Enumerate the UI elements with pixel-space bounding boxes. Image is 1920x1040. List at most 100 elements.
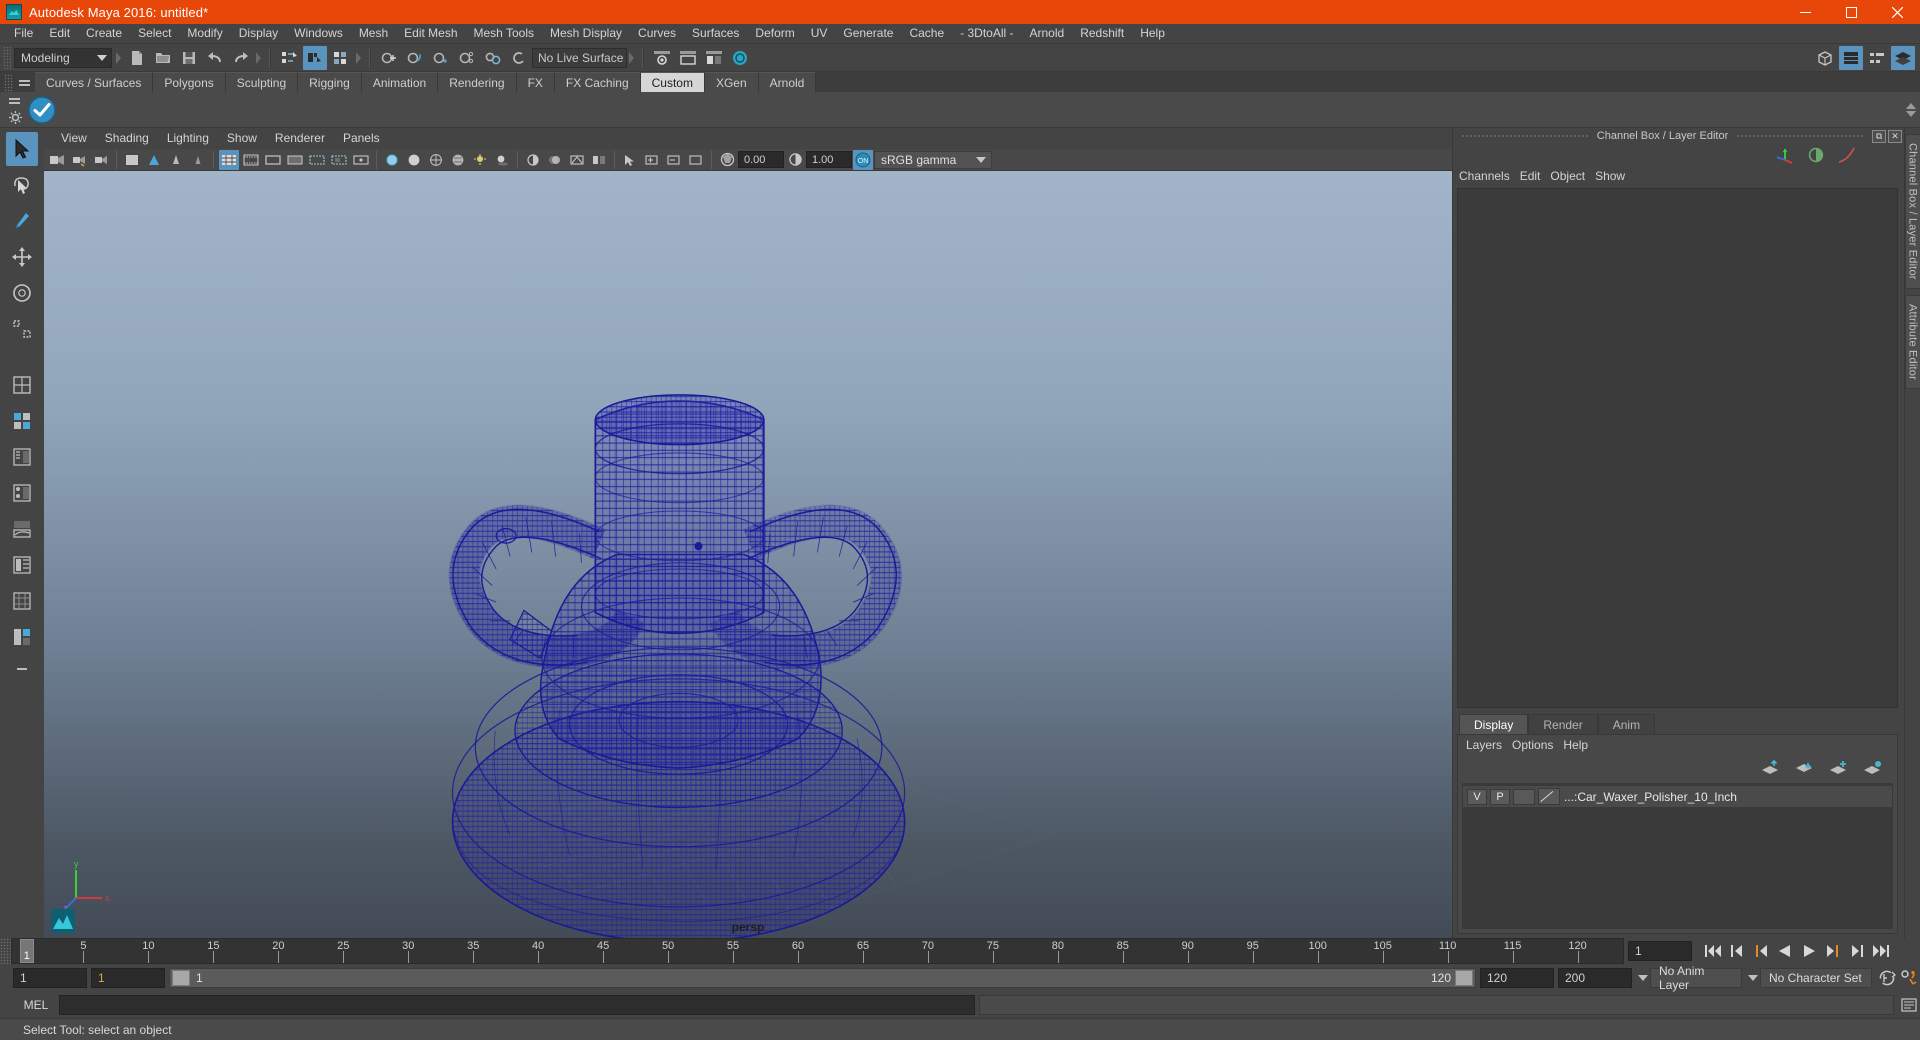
hypershade-button[interactable] bbox=[728, 46, 752, 70]
snap-to-view-planes-button[interactable] bbox=[481, 46, 505, 70]
animation-preferences-button[interactable] bbox=[1898, 968, 1920, 988]
isolate-select-icon[interactable] bbox=[620, 150, 640, 170]
menu-select[interactable]: Select bbox=[130, 24, 179, 43]
new-layer-from-selected-icon[interactable] bbox=[1863, 760, 1883, 776]
gate-mask-icon[interactable] bbox=[285, 150, 305, 170]
menu-cache[interactable]: Cache bbox=[901, 24, 952, 43]
textured-icon[interactable] bbox=[448, 150, 468, 170]
new-layer-icon[interactable] bbox=[1829, 760, 1849, 776]
shaded-sphere-icon[interactable] bbox=[404, 150, 424, 170]
make-live-button[interactable] bbox=[507, 46, 531, 70]
shelf-item-custom-tool[interactable] bbox=[26, 94, 58, 126]
safe-action-icon[interactable] bbox=[263, 150, 283, 170]
dock-close-button[interactable]: ✕ bbox=[1888, 129, 1902, 143]
camera-attributes-icon[interactable] bbox=[91, 150, 111, 170]
channel-box-menu-channels[interactable]: Channels bbox=[1459, 168, 1520, 185]
quick-layout-collapse-button[interactable] bbox=[7, 656, 37, 682]
snap-to-point-button[interactable] bbox=[429, 46, 453, 70]
layer-tab-anim[interactable]: Anim bbox=[1597, 714, 1656, 734]
go-to-end-button[interactable] bbox=[1870, 940, 1892, 962]
menu-set-selector[interactable]: Modeling bbox=[14, 47, 112, 68]
anim-layer-dropdown-arrow[interactable] bbox=[1636, 968, 1650, 988]
shelf-scroll-controls[interactable] bbox=[1904, 92, 1918, 128]
layer-type-swatch[interactable] bbox=[1513, 788, 1535, 805]
shelf-tab-xgen[interactable]: XGen bbox=[704, 72, 759, 92]
isolate-remove-icon[interactable] bbox=[664, 150, 684, 170]
lasso-tool-button[interactable] bbox=[6, 168, 38, 202]
open-scene-button[interactable] bbox=[151, 46, 175, 70]
panel-menu-renderer[interactable]: Renderer bbox=[266, 130, 334, 147]
menu-edit[interactable]: Edit bbox=[41, 24, 78, 43]
layer-playback-toggle[interactable]: P bbox=[1490, 788, 1510, 805]
select-by-component-type-button[interactable] bbox=[329, 46, 353, 70]
menu-generate[interactable]: Generate bbox=[835, 24, 901, 43]
play-forwards-button[interactable] bbox=[1798, 940, 1820, 962]
paint-select-tool-button[interactable] bbox=[6, 204, 38, 238]
redo-button[interactable] bbox=[229, 46, 253, 70]
smooth-shade-all-icon[interactable] bbox=[382, 150, 402, 170]
channel-box-list[interactable] bbox=[1457, 188, 1898, 708]
panel-menu-view[interactable]: View bbox=[52, 130, 96, 147]
quick-layout-single-button[interactable] bbox=[6, 368, 38, 402]
select-camera-icon[interactable] bbox=[47, 150, 67, 170]
play-backwards-button[interactable] bbox=[1774, 940, 1796, 962]
show-hide-render-view-button[interactable] bbox=[650, 46, 674, 70]
curve-stroke-icon[interactable] bbox=[1836, 146, 1858, 164]
lock-camera-icon[interactable] bbox=[69, 150, 89, 170]
isolate-add-icon[interactable] bbox=[642, 150, 662, 170]
shelf-tab-polygons[interactable]: Polygons bbox=[153, 72, 226, 92]
menu-file[interactable]: File bbox=[6, 24, 41, 43]
vtab-attribute-editor[interactable]: Attribute Editor bbox=[1904, 294, 1920, 389]
screen-space-ao-icon[interactable] bbox=[523, 150, 543, 170]
range-slider-left-handle[interactable] bbox=[172, 970, 190, 986]
range-end-field[interactable]: 200 bbox=[1558, 968, 1632, 988]
layer-menu-options[interactable]: Options bbox=[1512, 737, 1563, 754]
menu-mesh-display[interactable]: Mesh Display bbox=[542, 24, 630, 43]
menu-mesh-tools[interactable]: Mesh Tools bbox=[466, 24, 542, 43]
quick-layout-persp-outliner-button[interactable] bbox=[6, 548, 38, 582]
anim-start-field[interactable]: 1 bbox=[91, 968, 165, 988]
time-slider-playhead[interactable]: 1 bbox=[19, 939, 34, 963]
wireframe-on-shaded-icon[interactable] bbox=[307, 150, 327, 170]
image-plane-icon[interactable] bbox=[122, 150, 142, 170]
character-set-dropdown-arrow[interactable] bbox=[1746, 968, 1760, 988]
motion-blur-icon[interactable] bbox=[545, 150, 565, 170]
grease-pencil-clear-icon[interactable] bbox=[188, 150, 208, 170]
shelf-tab-curves-surfaces[interactable]: Curves / Surfaces bbox=[35, 72, 154, 92]
panel-menu-shading[interactable]: Shading bbox=[96, 130, 158, 147]
panel-menu-show[interactable]: Show bbox=[218, 130, 266, 147]
command-input-field[interactable] bbox=[59, 995, 975, 1015]
snap-to-curve-button[interactable] bbox=[403, 46, 427, 70]
quick-layout-outliner-persp-button[interactable] bbox=[6, 440, 38, 474]
live-surface-field[interactable]: No Live Surface bbox=[532, 47, 627, 68]
shelf-tab-animation[interactable]: Animation bbox=[361, 72, 439, 92]
step-forward-key-button[interactable] bbox=[1846, 940, 1868, 962]
shelf-row-menu-icon[interactable] bbox=[5, 92, 23, 110]
layer-menu-layers[interactable]: Layers bbox=[1466, 737, 1512, 754]
dock-drag-dots-left[interactable] bbox=[1461, 135, 1589, 137]
new-scene-button[interactable] bbox=[125, 46, 149, 70]
snap-to-projected-center-button[interactable] bbox=[455, 46, 479, 70]
show-hide-attribute-editor-button[interactable] bbox=[1839, 46, 1863, 70]
save-scene-button[interactable] bbox=[177, 46, 201, 70]
channel-box-menu-edit[interactable]: Edit bbox=[1520, 168, 1551, 185]
menu-mesh[interactable]: Mesh bbox=[351, 24, 396, 43]
quick-layout-persp-uv-button[interactable] bbox=[6, 584, 38, 618]
quick-layout-persp-graph-button[interactable] bbox=[6, 512, 38, 546]
time-slider[interactable]: 1 5 10 15 20 25 30 35 40 45 50 55 60 65 70 75 80 85 90 95 1… bbox=[11, 938, 1624, 964]
shelf-tab-arnold[interactable]: Arnold bbox=[758, 72, 817, 92]
half-circle-icon[interactable] bbox=[1806, 146, 1826, 164]
shelf-scroll-up-icon[interactable] bbox=[1906, 103, 1916, 109]
layer-menu-help[interactable]: Help bbox=[1563, 737, 1598, 754]
snap-to-grid-button[interactable] bbox=[377, 46, 401, 70]
step-back-key-button[interactable] bbox=[1726, 940, 1748, 962]
layer-color-swatch[interactable] bbox=[1538, 788, 1560, 805]
select-by-hierarchy-button[interactable] bbox=[277, 46, 301, 70]
close-button[interactable] bbox=[1874, 0, 1920, 24]
two-d-pan-zoom-icon[interactable] bbox=[144, 150, 164, 170]
xray-joints-icon[interactable] bbox=[351, 150, 371, 170]
quick-layout-extra-button[interactable] bbox=[6, 620, 38, 654]
go-to-start-button[interactable] bbox=[1702, 940, 1724, 962]
rotate-tool-button[interactable] bbox=[6, 276, 38, 310]
menu-redshift[interactable]: Redshift bbox=[1072, 24, 1132, 43]
